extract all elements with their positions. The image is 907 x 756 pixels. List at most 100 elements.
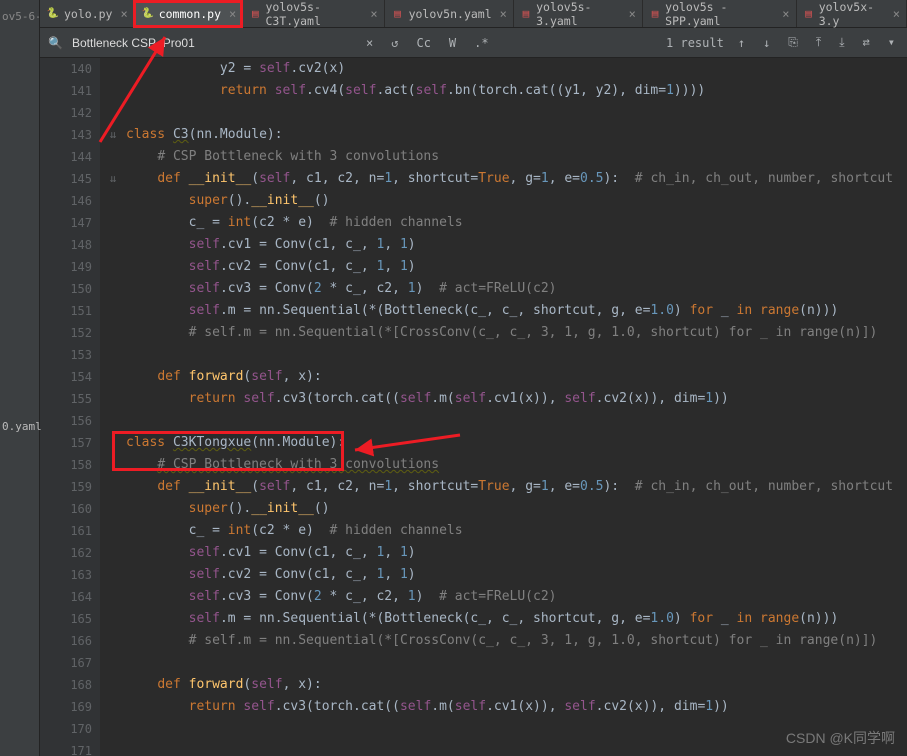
project-tool-window[interactable]: ov5-6-c 0.yaml xyxy=(0,0,40,756)
filter-icon[interactable]: ▾ xyxy=(884,35,899,50)
code-line[interactable]: self.cv2 = Conv(c1, c_, 1, 1) xyxy=(126,564,907,586)
close-icon[interactable]: × xyxy=(893,7,900,21)
close-icon[interactable]: × xyxy=(370,7,377,21)
project-file-label[interactable]: 0.yaml xyxy=(0,420,40,433)
tab-common-py[interactable]: common.py × xyxy=(135,0,244,27)
close-icon[interactable]: × xyxy=(782,7,789,21)
code-line[interactable]: return self.cv3(torch.cat((self.m(self.c… xyxy=(126,696,907,718)
line-number: 164 xyxy=(40,586,92,608)
gutter-icon xyxy=(100,718,126,740)
code-line[interactable]: # self.m = nn.Sequential(*[CrossConv(c_,… xyxy=(126,630,907,652)
code-line[interactable]: self.m = nn.Sequential(*(Bottleneck(c_, … xyxy=(126,608,907,630)
line-number: 169 xyxy=(40,696,92,718)
add-selection-icon[interactable]: ⤒ xyxy=(812,35,825,50)
code-line[interactable]: # CSP Bottleneck with 3 convolutions xyxy=(126,454,907,476)
code-line[interactable]: self.cv2 = Conv(c1, c_, 1, 1) xyxy=(126,256,907,278)
line-number: 145 xyxy=(40,168,92,190)
next-match-button[interactable]: ↓ xyxy=(759,36,774,50)
code-line[interactable] xyxy=(126,344,907,366)
yaml-icon xyxy=(803,7,815,21)
yaml-icon xyxy=(520,7,532,21)
line-number: 149 xyxy=(40,256,92,278)
tab-yolov5s-spp-yaml[interactable]: yolov5s - SPP.yaml × xyxy=(643,0,797,27)
tab-yolov5s-c3t-yaml[interactable]: yolov5s-C3T.yaml× xyxy=(243,0,384,27)
gutter-icon xyxy=(100,234,126,256)
tab-label: common.py xyxy=(159,7,221,21)
line-gutter: 1401411421431441451461471481491501511521… xyxy=(40,58,100,756)
code-line[interactable]: super().__init__() xyxy=(126,190,907,212)
code-line[interactable] xyxy=(126,652,907,674)
code-line[interactable]: def __init__(self, c1, c2, n=1, shortcut… xyxy=(126,476,907,498)
code-line[interactable]: # self.m = nn.Sequential(*[CrossConv(c_,… xyxy=(126,322,907,344)
annotation-arrow-2 xyxy=(350,430,470,470)
gutter-icon xyxy=(100,608,126,630)
prev-match-button[interactable]: ↑ xyxy=(734,36,749,50)
line-number: 165 xyxy=(40,608,92,630)
code-line[interactable] xyxy=(126,410,907,432)
code-line[interactable]: self.cv3 = Conv(2 * c_, c2, 1) # act=FRe… xyxy=(126,278,907,300)
gutter-icon xyxy=(100,388,126,410)
gutter-icon xyxy=(100,322,126,344)
search-result-count: 1 result xyxy=(666,36,724,50)
code-line[interactable]: class C3KTongxue(nn.Module): xyxy=(126,432,907,454)
line-number: 150 xyxy=(40,278,92,300)
select-all-occurrences-icon[interactable]: ⎘ xyxy=(784,35,802,50)
regex-toggle[interactable]: .* xyxy=(470,36,492,50)
close-icon[interactable]: × xyxy=(120,7,127,21)
close-icon[interactable]: × xyxy=(229,7,236,21)
line-number: 163 xyxy=(40,564,92,586)
history-icon[interactable]: ↺ xyxy=(387,36,402,50)
code-line[interactable]: return self.cv4(self.act(self.bn(torch.c… xyxy=(126,80,907,102)
annotation-arrow-1 xyxy=(80,32,190,152)
gutter-icon xyxy=(100,190,126,212)
gutter-icon xyxy=(100,564,126,586)
tab-label: yolo.py xyxy=(64,7,112,21)
line-number: 168 xyxy=(40,674,92,696)
words-toggle[interactable]: W xyxy=(445,36,460,50)
code-editor[interactable]: 1401411421431441451461471481491501511521… xyxy=(40,58,907,756)
gutter-icon xyxy=(100,542,126,564)
code-line[interactable]: c_ = int(c2 * e) # hidden channels xyxy=(126,212,907,234)
code-line[interactable]: def __init__(self, c1, c2, n=1, shortcut… xyxy=(126,168,907,190)
close-icon[interactable]: × xyxy=(500,7,507,21)
code-line[interactable]: self.cv3 = Conv(2 * c_, c2, 1) # act=FRe… xyxy=(126,586,907,608)
remove-selection-icon[interactable]: ⤓ xyxy=(835,35,848,50)
line-number: 151 xyxy=(40,300,92,322)
line-number: 158 xyxy=(40,454,92,476)
tab-yolov5s-3-yaml[interactable]: yolov5s-3.yaml× xyxy=(514,0,643,27)
match-case-toggle[interactable]: Cc xyxy=(412,36,434,50)
code-line[interactable]: self.cv1 = Conv(c1, c_, 1, 1) xyxy=(126,542,907,564)
line-number: 155 xyxy=(40,388,92,410)
python-icon xyxy=(141,7,155,21)
code-line[interactable]: c_ = int(c2 * e) # hidden channels xyxy=(126,520,907,542)
code-line[interactable] xyxy=(126,102,907,124)
gutter-icon xyxy=(100,630,126,652)
line-number: 157 xyxy=(40,432,92,454)
code-line[interactable]: super().__init__() xyxy=(126,498,907,520)
gutter-icon xyxy=(100,300,126,322)
gutter-icon xyxy=(100,674,126,696)
code-line[interactable]: def forward(self, x): xyxy=(126,366,907,388)
code-area[interactable]: y2 = self.cv2(x) return self.cv4(self.ac… xyxy=(126,58,907,756)
gutter-icon xyxy=(100,696,126,718)
code-line[interactable]: def forward(self, x): xyxy=(126,674,907,696)
gutter-icon xyxy=(100,740,126,756)
gutter-icon xyxy=(100,256,126,278)
code-line[interactable]: return self.cv3(torch.cat((self.m(self.c… xyxy=(126,388,907,410)
code-line[interactable]: self.m = nn.Sequential(*(Bottleneck(c_, … xyxy=(126,300,907,322)
code-line[interactable]: # CSP Bottleneck with 3 convolutions xyxy=(126,146,907,168)
close-icon[interactable]: × xyxy=(629,7,636,21)
code-line[interactable]: self.cv1 = Conv(c1, c_, 1, 1) xyxy=(126,234,907,256)
toggle-replace-icon[interactable]: ⇄ xyxy=(859,35,874,50)
code-line[interactable]: y2 = self.cv2(x) xyxy=(126,58,907,80)
tab-yolov5x-3-y[interactable]: yolov5x-3.y × xyxy=(797,0,907,27)
close-search-icon[interactable]: × xyxy=(362,36,377,50)
line-number: 170 xyxy=(40,718,92,740)
tab-label: yolov5x-3.y xyxy=(819,0,885,28)
yaml-icon xyxy=(249,7,261,21)
code-line[interactable]: class C3(nn.Module): xyxy=(126,124,907,146)
line-number: 153 xyxy=(40,344,92,366)
tab-yolo-py[interactable]: yolo.py × xyxy=(40,0,135,27)
tab-yolov5n-yaml[interactable]: yolov5n.yaml× xyxy=(385,0,514,27)
tab-label: yolov5s - SPP.yaml xyxy=(665,0,774,28)
